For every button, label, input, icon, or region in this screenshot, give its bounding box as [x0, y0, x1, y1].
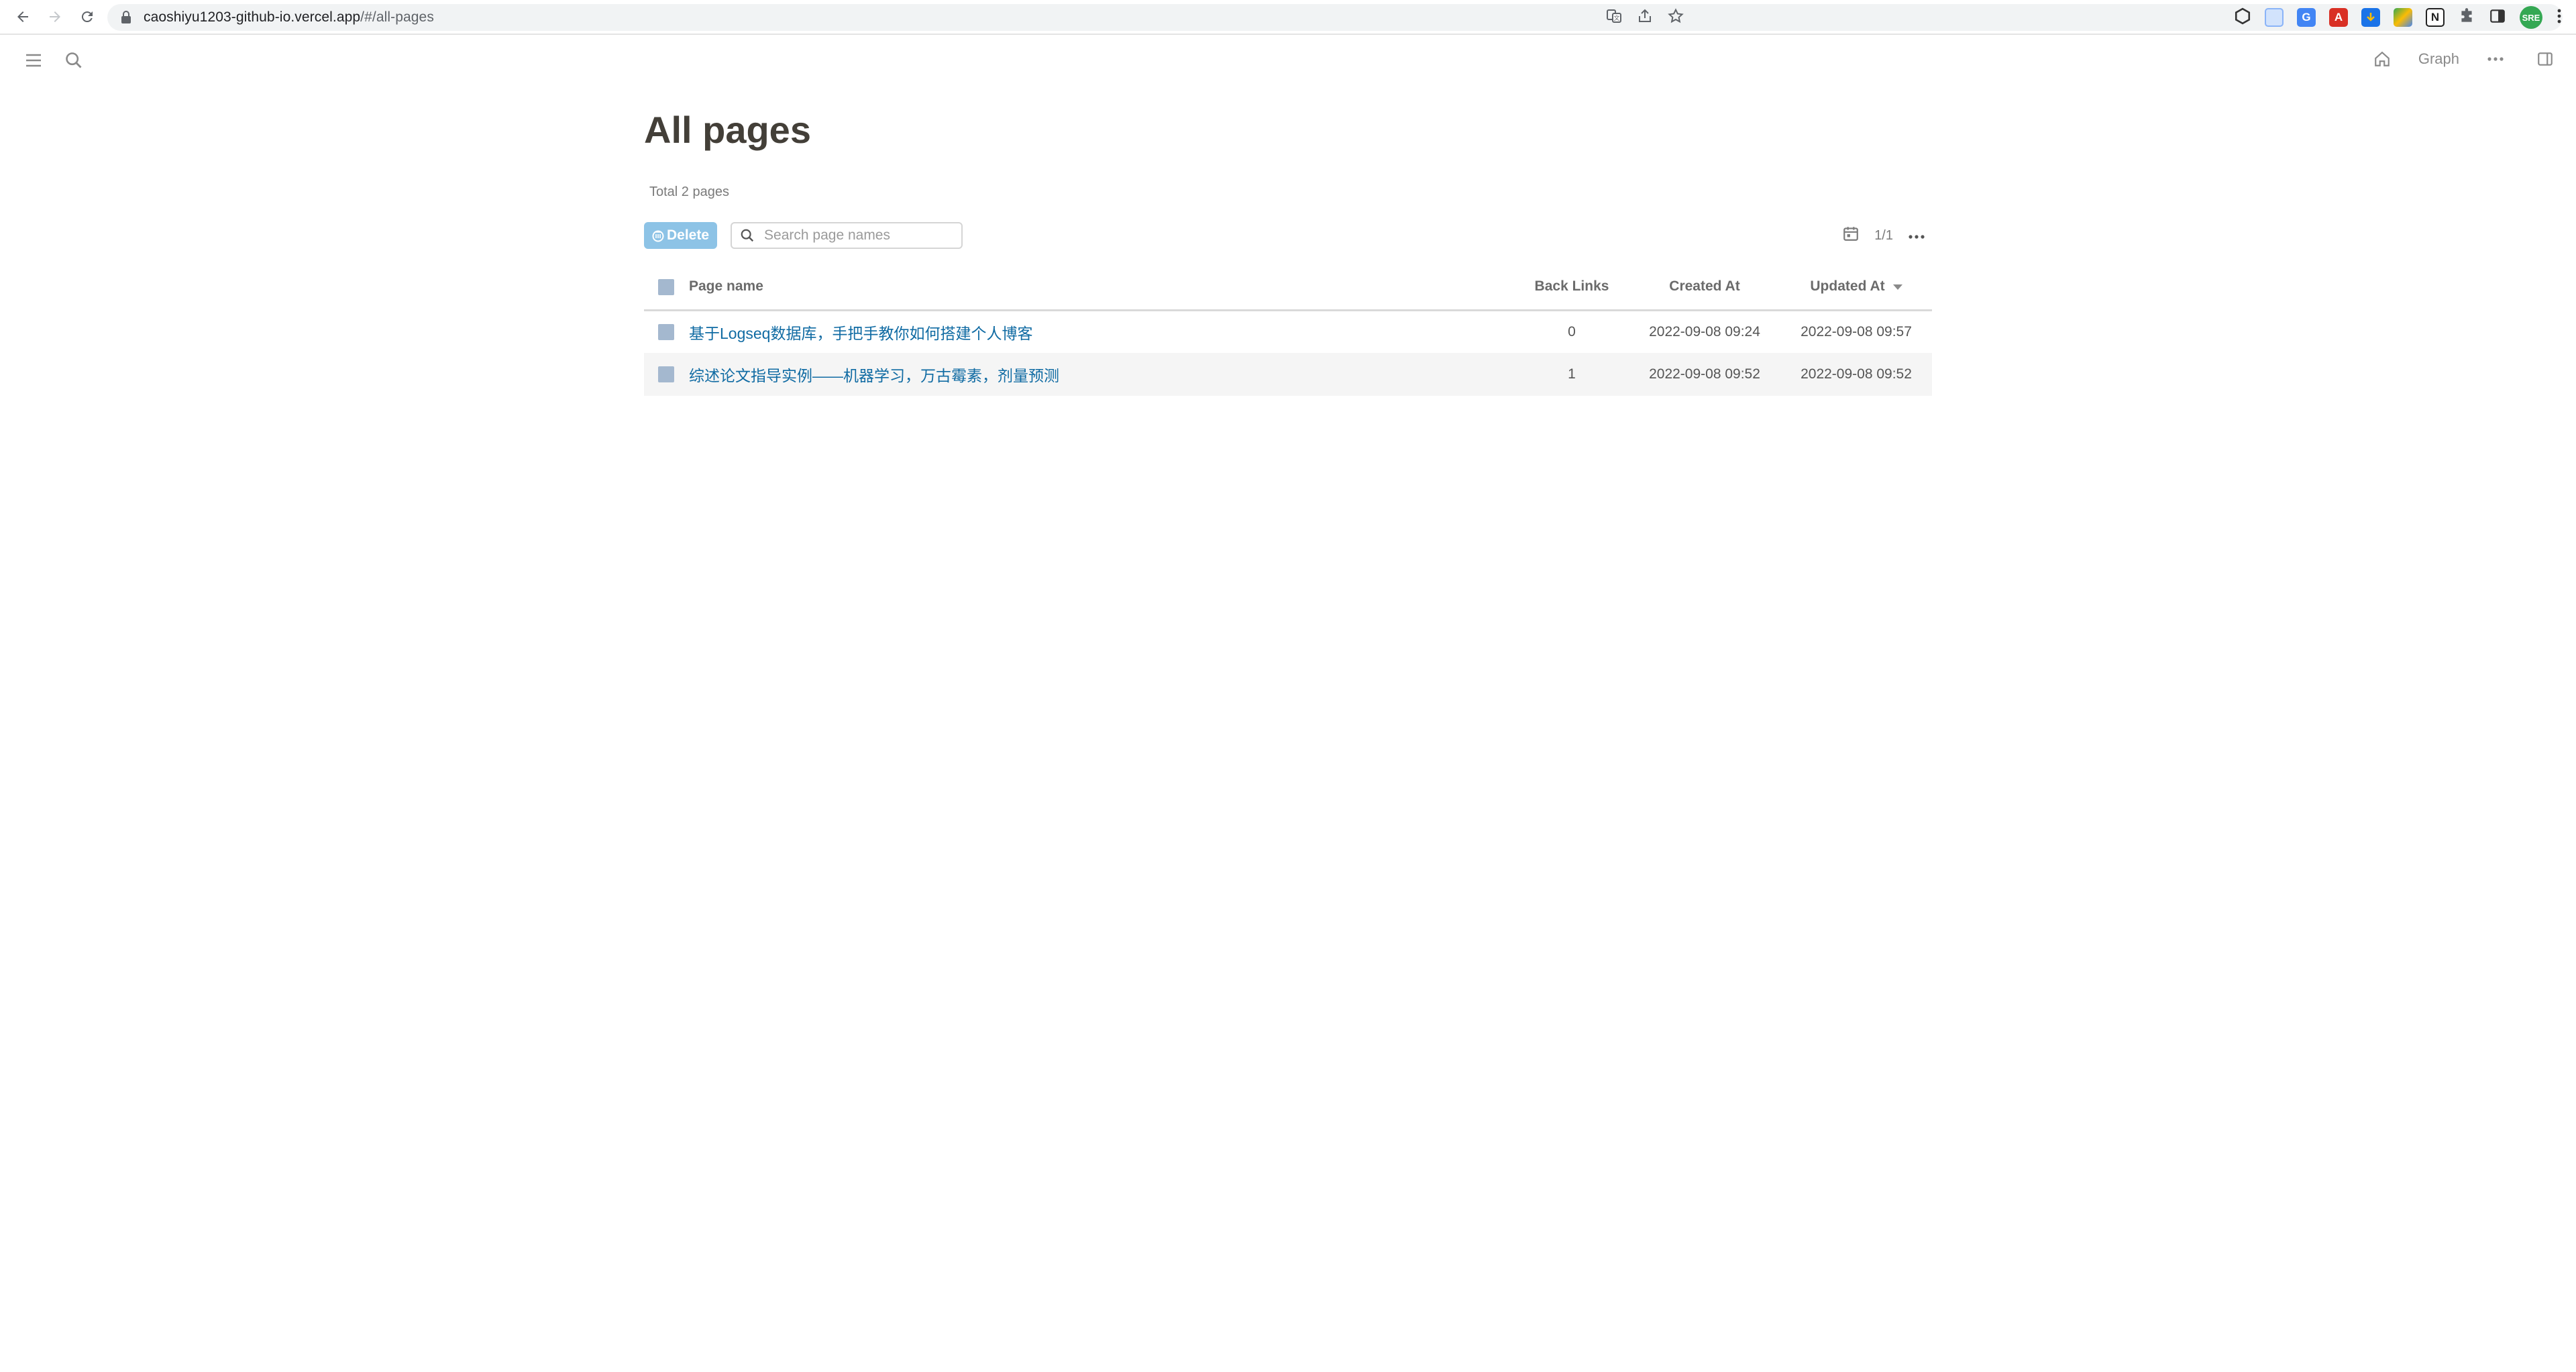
address-bar[interactable]: caoshiyu1203-github-io.vercel.app/#/all-… — [107, 4, 2563, 31]
column-header-page-name[interactable]: Page name — [688, 264, 1515, 311]
share-icon[interactable] — [1637, 8, 1653, 28]
right-sidebar-toggle[interactable] — [2532, 46, 2559, 72]
side-panel-icon[interactable] — [2489, 7, 2506, 28]
table-header-row: Page name Back Links Created At Updated … — [644, 264, 1932, 311]
delete-label: Delete — [667, 227, 710, 244]
search-icon — [66, 52, 82, 68]
search-button[interactable] — [60, 47, 87, 74]
column-header-created-at[interactable]: Created At — [1629, 264, 1780, 311]
url-text[interactable]: caoshiyu1203-github-io.vercel.app/#/all-… — [144, 9, 434, 25]
trash-icon — [652, 230, 664, 242]
created-at-cell: 2022-09-08 09:52 — [1629, 353, 1780, 397]
search-icon — [741, 229, 754, 242]
select-all-checkbox-cell — [644, 264, 688, 311]
back-links-cell: 1 — [1515, 353, 1629, 397]
page-name-cell: 综述论文指导实例——机器学习，万古霉素，剂量预测 — [688, 353, 1515, 397]
more-options-button[interactable] — [2482, 46, 2509, 72]
pages-toolbar: Delete 1/1 — [644, 220, 1932, 251]
row-checkbox[interactable] — [658, 324, 674, 341]
page-title: All pages — [644, 109, 811, 151]
toolbar-right: 1/1 — [1842, 220, 1925, 251]
pages-table: Page name Back Links Created At Updated … — [644, 264, 1932, 397]
select-all-checkbox[interactable] — [658, 278, 674, 295]
header-left — [20, 47, 87, 74]
page-search-box[interactable] — [731, 222, 963, 250]
page-link[interactable]: 综述论文指导实例——机器学习，万古霉素，剂量预测 — [689, 367, 1059, 384]
bookmark-star-icon[interactable] — [1668, 7, 1684, 28]
back-arrow-icon[interactable] — [8, 2, 38, 32]
page-name-cell: 基于Logseq数据库，手把手教你如何搭建个人博客 — [688, 310, 1515, 353]
row-checkbox-cell — [644, 310, 688, 353]
pdf-extension-icon[interactable]: A — [2329, 8, 2348, 27]
page-search-input[interactable] — [763, 227, 958, 245]
notion-extension-icon[interactable]: N — [2426, 8, 2445, 27]
docs-extension-icon[interactable] — [2265, 8, 2284, 27]
menu-icon — [26, 54, 41, 67]
url-path: /#/all-pages — [360, 9, 434, 25]
header-right: Graph — [2369, 46, 2559, 72]
updated-at-cell: 2022-09-08 09:52 — [1780, 353, 1932, 397]
translate-icon[interactable]: 文 — [1606, 8, 1622, 28]
left-sidebar-toggle[interactable] — [20, 47, 47, 74]
table-row: 综述论文指导实例——机器学习，万古霉素，剂量预测 1 2022-09-08 09… — [644, 353, 1932, 397]
row-checkbox[interactable] — [658, 366, 674, 383]
updated-at-label: Updated At — [1810, 278, 1885, 295]
pagination-indicator: 1/1 — [1874, 227, 1893, 243]
extensions-bar: G A N SRE — [2234, 4, 2563, 31]
url-host: caoshiyu1203-github-io.vercel.app — [144, 9, 361, 25]
home-icon — [2375, 51, 2390, 66]
column-header-back-links[interactable]: Back Links — [1515, 264, 1629, 311]
forward-arrow-icon[interactable] — [40, 2, 70, 32]
home-button[interactable] — [2369, 46, 2396, 72]
table-more-options-icon[interactable] — [1908, 228, 1925, 244]
calendar-icon[interactable] — [1842, 225, 1860, 246]
right-sidebar-icon — [2538, 52, 2553, 66]
graph-link[interactable]: Graph — [2418, 50, 2459, 68]
puzzle-extensions-icon[interactable] — [2458, 7, 2475, 28]
total-pages-count: Total 2 pages — [649, 184, 729, 200]
browser-menu-icon[interactable] — [2556, 7, 2563, 28]
omnibox-actions: 文 — [1606, 4, 1684, 31]
updated-at-cell: 2022-09-08 09:57 — [1801, 323, 1912, 339]
all-pages-main: All pages Total 2 pages Delete 1/1 — [644, 85, 1932, 397]
profile-avatar[interactable]: SRE — [2520, 6, 2542, 29]
lock-icon[interactable] — [119, 11, 133, 24]
color-extension-icon[interactable] — [2394, 8, 2412, 27]
download-extension-icon[interactable] — [2361, 8, 2380, 27]
back-links-cell: 0 — [1568, 323, 1576, 339]
row-checkbox-cell — [644, 353, 688, 397]
created-at-cell: 2022-09-08 09:24 — [1649, 323, 1760, 339]
table-row: 基于Logseq数据库，手把手教你如何搭建个人博客 0 2022-09-08 0… — [644, 310, 1932, 353]
browser-toolbar: caoshiyu1203-github-io.vercel.app/#/all-… — [0, 0, 2576, 35]
page-link[interactable]: 基于Logseq数据库，手把手教你如何搭建个人博客 — [689, 325, 1032, 342]
svg-text:文: 文 — [1613, 14, 1619, 22]
reload-icon[interactable] — [72, 2, 102, 32]
hexagon-extension-icon[interactable] — [2234, 7, 2251, 28]
translate-extension-icon[interactable]: G — [2297, 8, 2316, 27]
delete-button[interactable]: Delete — [644, 222, 718, 250]
column-header-updated-at[interactable]: Updated At — [1780, 264, 1932, 311]
sort-desc-icon — [1892, 284, 1902, 290]
more-horizontal-icon — [2487, 57, 2504, 61]
app-header: Graph — [0, 36, 2576, 85]
